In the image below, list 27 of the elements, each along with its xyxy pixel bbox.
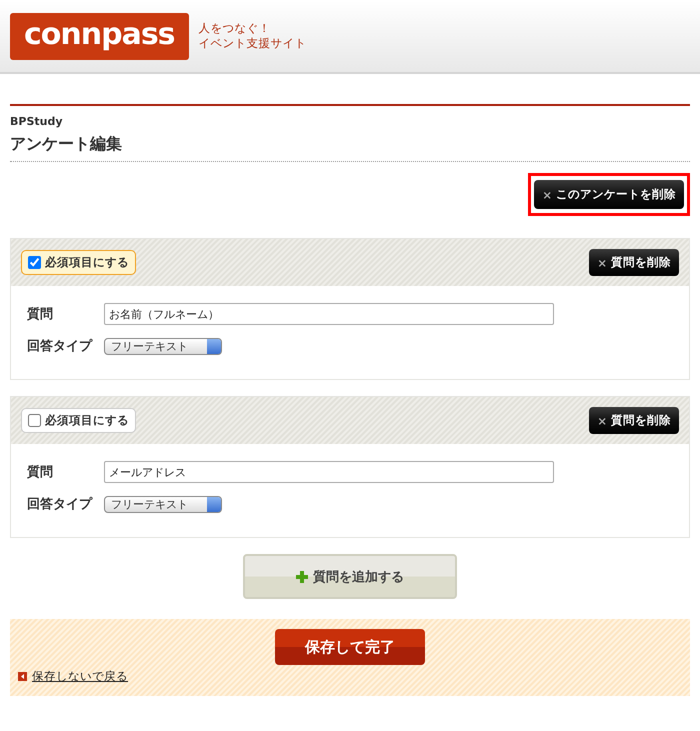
answer-type-select[interactable]: フリーテキスト bbox=[104, 496, 222, 512]
answer-type-select[interactable]: フリーテキスト bbox=[104, 338, 222, 354]
back-arrow-icon bbox=[18, 672, 27, 681]
delete-survey-button[interactable]: × このアンケートを削除 bbox=[534, 180, 684, 209]
plus-icon bbox=[296, 570, 308, 582]
delete-question-button[interactable]: × 質問を削除 bbox=[589, 249, 679, 276]
page-title: アンケート編集 bbox=[10, 128, 690, 162]
field-label: 質問 bbox=[27, 306, 54, 323]
tagline: イベント支援サイト bbox=[198, 36, 307, 51]
save-button[interactable]: 保存して完了 bbox=[275, 629, 425, 665]
field-label: 質問 bbox=[27, 464, 54, 481]
field-label: 回答タイプ bbox=[27, 338, 92, 355]
back-link[interactable]: 保存しないで戻る bbox=[18, 669, 128, 684]
required-checkbox[interactable]: 必須項目にする bbox=[21, 250, 136, 275]
add-question-button[interactable]: 質問を追加する bbox=[243, 554, 457, 599]
delete-question-button[interactable]: × 質問を削除 bbox=[589, 407, 679, 434]
question-field[interactable]: メールアドレス bbox=[104, 461, 554, 483]
field-label: 回答タイプ bbox=[27, 496, 92, 513]
checkbox[interactable] bbox=[28, 414, 41, 427]
question-field[interactable]: お名前（フルネーム） bbox=[104, 303, 554, 325]
checkbox-label: 必須項目にする bbox=[45, 413, 129, 428]
tagline: 人をつなぐ！ bbox=[198, 21, 272, 36]
required-checkbox[interactable]: 必須項目にする bbox=[21, 408, 136, 433]
group-name: BPStudy bbox=[10, 115, 64, 128]
checkbox-label: 必須項目にする bbox=[45, 255, 129, 270]
logo[interactable]: connpass bbox=[10, 12, 189, 60]
checkbox[interactable] bbox=[28, 256, 41, 269]
